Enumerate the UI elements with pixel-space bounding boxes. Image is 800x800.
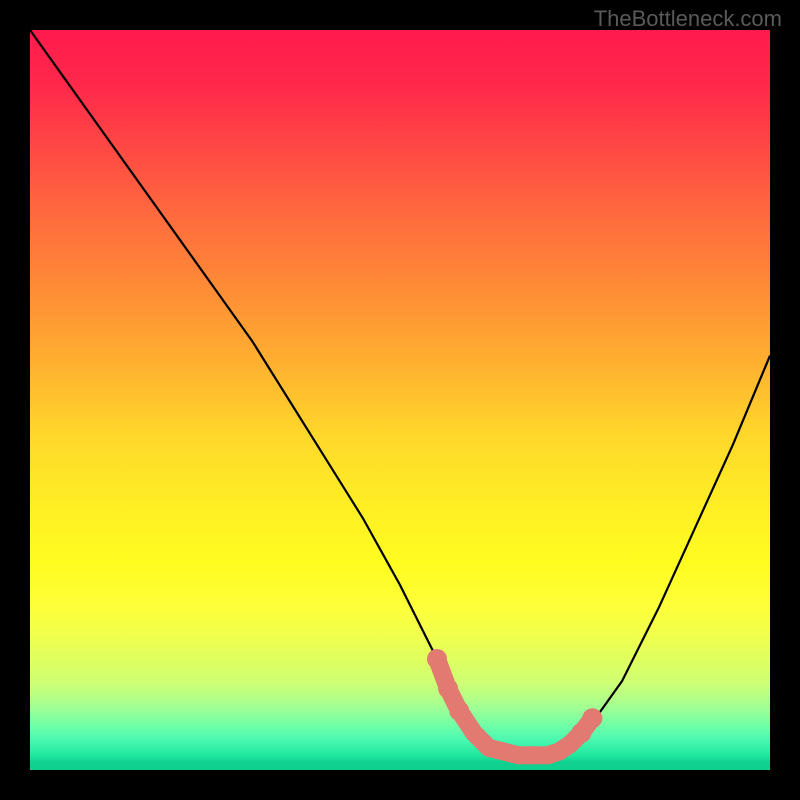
highlight-group <box>427 649 602 764</box>
highlight-dot <box>449 701 469 721</box>
chart-svg <box>30 30 770 770</box>
highlight-dot <box>465 724 483 742</box>
watermark-text: TheBottleneck.com <box>594 6 782 32</box>
bottleneck-curve <box>30 30 770 755</box>
curve-group <box>30 30 770 755</box>
highlight-dot <box>438 679 458 699</box>
highlight-dot <box>582 708 602 728</box>
highlight-dot <box>427 649 447 669</box>
plot-area <box>30 30 770 770</box>
